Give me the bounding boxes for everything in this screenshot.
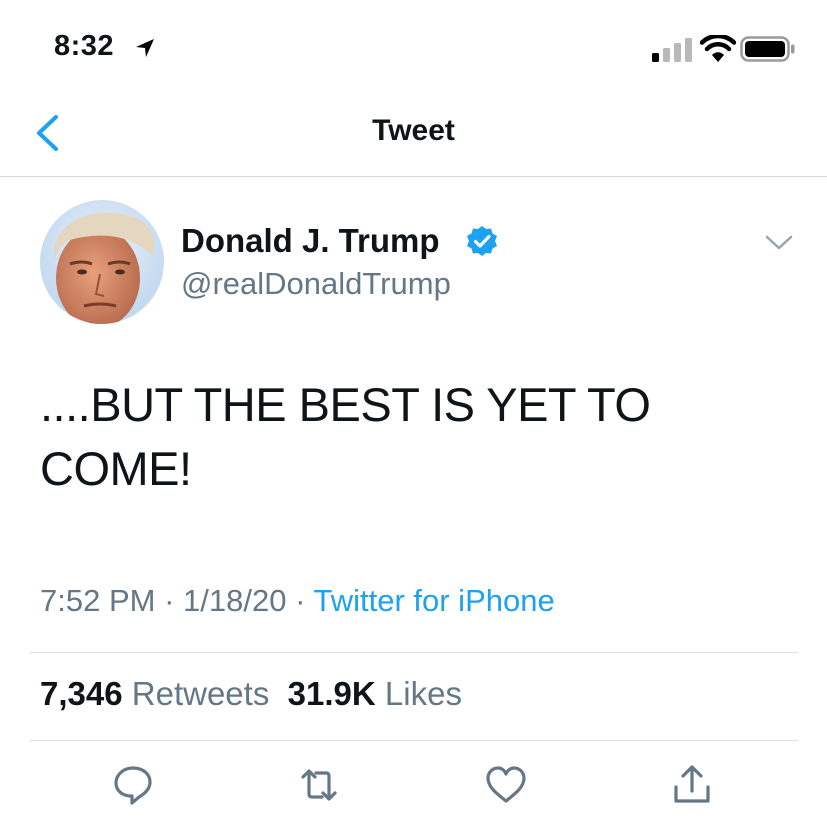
tweet-source-link[interactable]: Twitter for iPhone xyxy=(313,583,554,618)
wifi-icon xyxy=(700,35,736,62)
retweet-icon[interactable] xyxy=(297,763,341,807)
retweets-stat[interactable]: 7,346 Retweets xyxy=(40,675,269,712)
like-icon[interactable] xyxy=(484,763,528,807)
tweet-metadata: 7:52 PM · 1/18/20 · Twitter for iPhone xyxy=(40,583,555,619)
author-handle[interactable]: @realDonaldTrump xyxy=(181,266,451,302)
like-count: 31.9K xyxy=(287,675,376,712)
likes-stat[interactable]: 31.9K Likes xyxy=(288,675,462,712)
retweet-count: 7,346 xyxy=(40,675,123,712)
signal-icon xyxy=(652,38,692,62)
meta-separator: · xyxy=(164,583,175,618)
verified-badge-icon xyxy=(467,226,497,256)
location-arrow-icon xyxy=(136,39,154,57)
retweet-label: Retweets xyxy=(131,675,270,712)
reply-icon[interactable] xyxy=(111,763,155,807)
author-name[interactable]: Donald J. Trump xyxy=(181,222,440,260)
meta-separator: · xyxy=(295,583,306,618)
chevron-down-icon[interactable] xyxy=(764,234,794,252)
engagement-stats: 7,346 Retweets 31.9K Likes xyxy=(40,675,462,713)
tweet-time: 7:52 PM xyxy=(40,583,156,618)
like-label: Likes xyxy=(384,675,462,712)
page-title: Tweet xyxy=(372,114,455,147)
battery-icon xyxy=(740,36,795,62)
divider xyxy=(30,740,798,741)
tweet-text: ....BUT THE BEST IS YET TO COME! xyxy=(40,378,651,495)
status-time: 8:32 xyxy=(54,30,115,62)
tweet-date: 1/18/20 xyxy=(183,583,287,618)
divider xyxy=(30,652,798,653)
nav-divider xyxy=(0,176,827,177)
avatar[interactable] xyxy=(40,200,164,324)
share-icon[interactable] xyxy=(670,763,714,807)
